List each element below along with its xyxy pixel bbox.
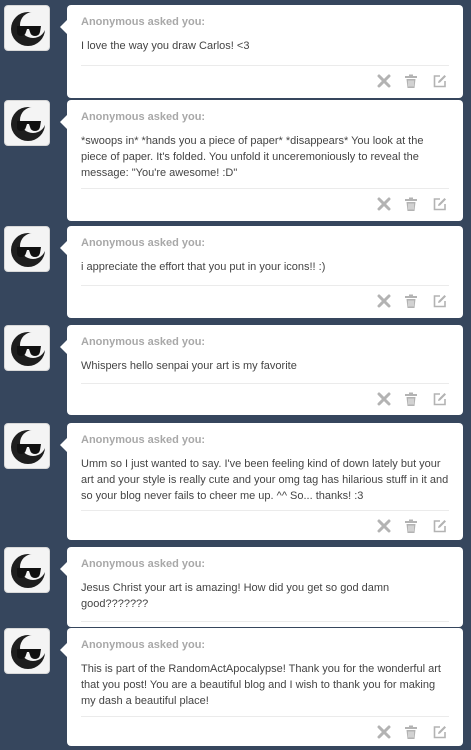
edit-pencil-icon[interactable] xyxy=(433,725,447,739)
edit-pencil-icon[interactable] xyxy=(433,74,447,88)
ask-question: i appreciate the effort that you put in … xyxy=(81,261,326,273)
close-x-icon[interactable] xyxy=(377,392,391,406)
ask-card: Anonymous asked you: *swoops in* *hands … xyxy=(60,100,463,221)
trash-icon[interactable] xyxy=(404,74,418,88)
ask-card: Anonymous asked you: Whispers hello senp… xyxy=(60,325,463,415)
ask-actions xyxy=(81,717,449,747)
asker-label[interactable]: Anonymous asked you: xyxy=(81,336,449,349)
ask-actions xyxy=(81,286,449,316)
ask-question: I love the way you draw Carlos! <3 xyxy=(81,40,250,52)
sunglasses-moon-avatar-icon xyxy=(11,332,46,366)
asker-label[interactable]: Anonymous asked you: xyxy=(81,558,449,571)
trash-icon[interactable] xyxy=(404,197,418,211)
ask-card: Anonymous asked you: Umm so I just wante… xyxy=(60,423,463,541)
avatar[interactable] xyxy=(4,325,50,371)
ask-actions xyxy=(81,66,449,96)
trash-icon[interactable] xyxy=(404,519,418,533)
edit-pencil-icon[interactable] xyxy=(433,294,447,308)
asker-label[interactable]: Anonymous asked you: xyxy=(81,237,449,250)
close-x-icon[interactable] xyxy=(377,294,391,308)
trash-icon[interactable] xyxy=(404,725,418,739)
asker-label[interactable]: Anonymous asked you: xyxy=(81,16,449,29)
close-x-icon[interactable] xyxy=(377,519,391,533)
ask-actions xyxy=(81,511,449,541)
edit-pencil-icon[interactable] xyxy=(433,392,447,406)
trash-icon[interactable] xyxy=(404,392,418,406)
close-x-icon[interactable] xyxy=(377,197,391,211)
ask-question: Jesus Christ your art is amazing! How di… xyxy=(81,582,390,610)
ask-card: Anonymous asked you: This is part of the… xyxy=(60,628,463,747)
ask-question: Umm so I just wanted to say. I've been f… xyxy=(81,458,449,502)
edit-pencil-icon[interactable] xyxy=(433,519,447,533)
sunglasses-moon-avatar-icon xyxy=(11,635,46,669)
asker-label[interactable]: Anonymous asked you: xyxy=(81,111,449,124)
ask-question: *swoops in* *hands you a piece of paper*… xyxy=(81,135,424,179)
asker-label[interactable]: Anonymous asked you: xyxy=(81,434,449,447)
trash-icon[interactable] xyxy=(404,294,418,308)
avatar[interactable] xyxy=(4,628,50,674)
asker-label[interactable]: Anonymous asked you: xyxy=(81,639,449,652)
sunglasses-moon-avatar-icon xyxy=(11,430,46,464)
ask-actions xyxy=(81,384,449,414)
sunglasses-moon-avatar-icon xyxy=(11,12,46,46)
ask-card: Anonymous asked you: Jesus Christ your a… xyxy=(60,547,463,644)
ask-card: Anonymous asked you: i appreciate the ef… xyxy=(60,226,463,318)
close-x-icon[interactable] xyxy=(377,74,391,88)
avatar[interactable] xyxy=(4,100,50,146)
avatar[interactable] xyxy=(4,547,50,593)
edit-pencil-icon[interactable] xyxy=(433,197,447,211)
ask-question: Whispers hello senpai your art is my fav… xyxy=(81,360,297,372)
sunglasses-moon-avatar-icon xyxy=(11,107,46,141)
ask-card: Anonymous asked you: I love the way you … xyxy=(60,5,463,98)
sunglasses-moon-avatar-icon xyxy=(11,233,46,267)
close-x-icon[interactable] xyxy=(377,725,391,739)
ask-actions xyxy=(81,189,449,219)
avatar[interactable] xyxy=(4,423,50,469)
ask-question: This is part of the RandomActApocalypse!… xyxy=(81,663,441,707)
sunglasses-moon-avatar-icon xyxy=(11,554,46,588)
avatar[interactable] xyxy=(4,5,50,51)
avatar[interactable] xyxy=(4,226,50,272)
